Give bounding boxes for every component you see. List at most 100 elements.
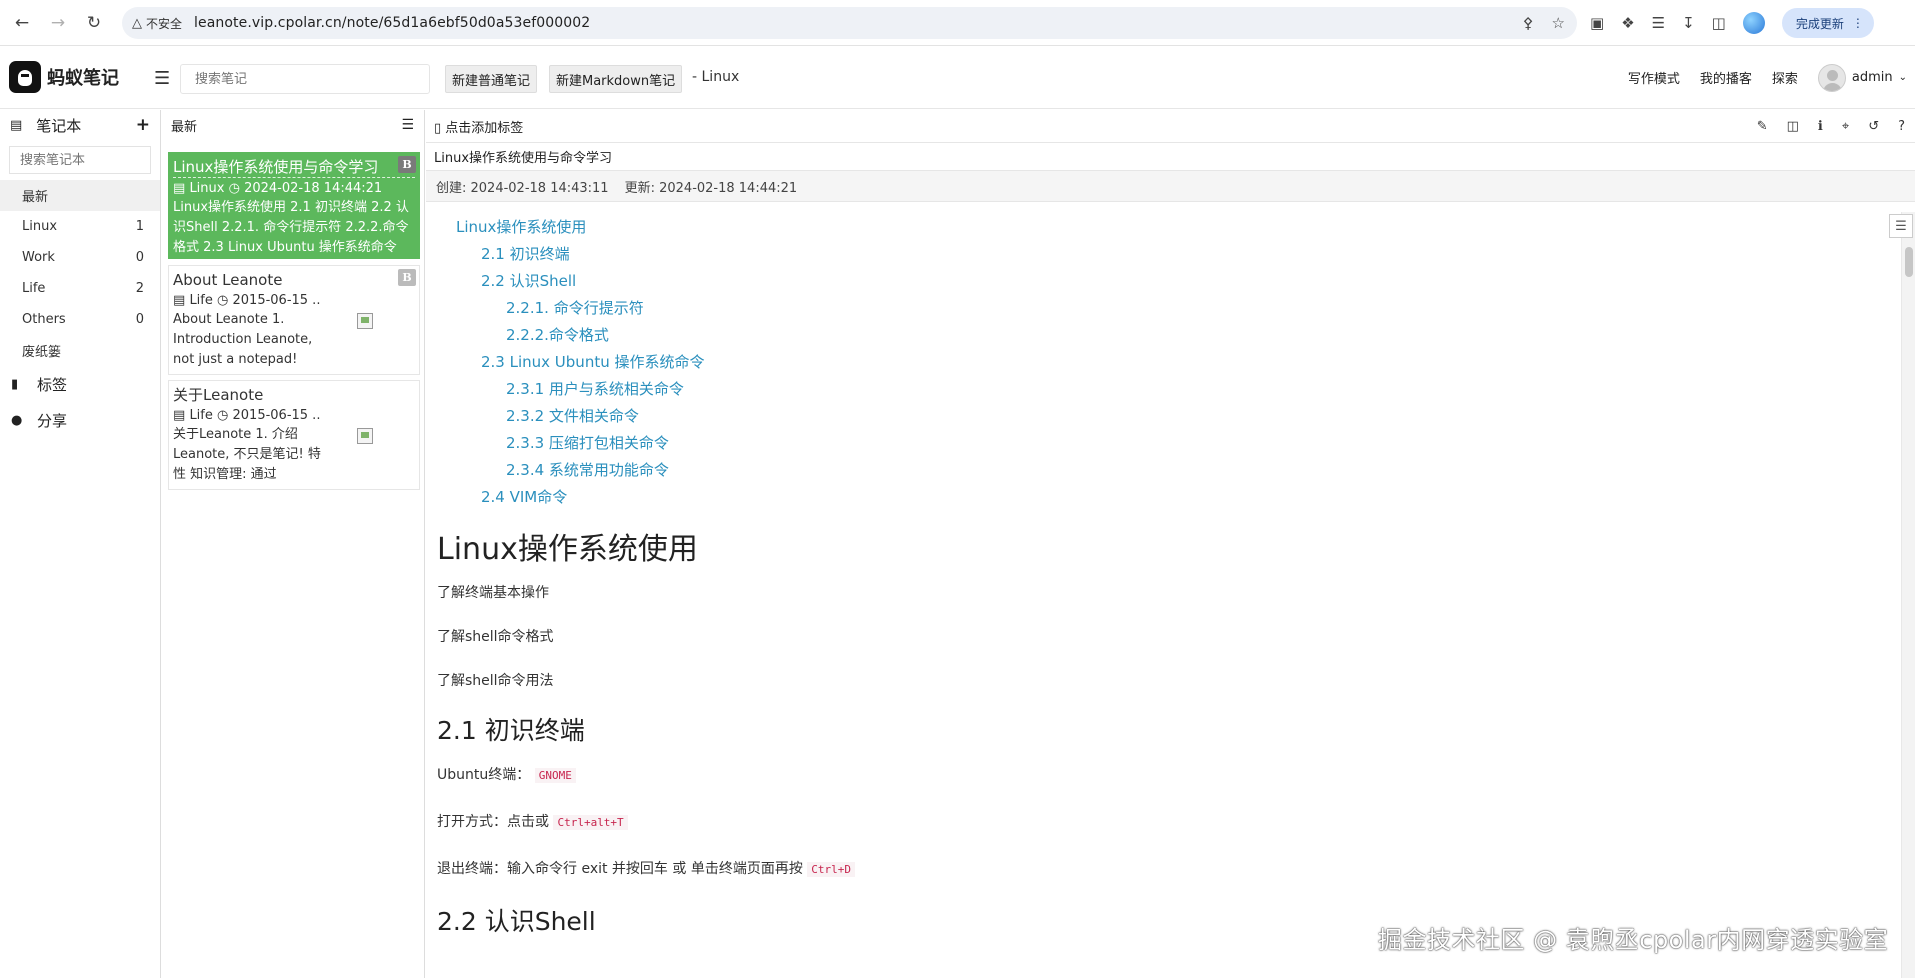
toc-link[interactable]: 2.2 认识Shell xyxy=(437,268,1901,295)
note-content[interactable]: Linux操作系统使用 2.1 初识终端 2.2 认识Shell 2.2.1. … xyxy=(426,212,1901,978)
sidebar-item-trash[interactable]: 废纸篓 xyxy=(0,335,160,366)
warning-icon: △ xyxy=(132,15,142,31)
scrollbar-thumb[interactable] xyxy=(1905,247,1913,277)
new-note-button[interactable]: 新建普通笔记 xyxy=(445,65,538,93)
history-icon[interactable]: ↺ xyxy=(1868,119,1879,134)
username: admin xyxy=(1851,70,1893,85)
toc-link[interactable]: Linux操作系统使用 xyxy=(437,214,1901,241)
edit-icon[interactable]: ✎ xyxy=(1757,119,1768,134)
notebook-search-input[interactable] xyxy=(9,146,151,174)
key-icon[interactable]: ⚴ xyxy=(1523,14,1534,32)
profile-icon[interactable] xyxy=(1742,12,1765,34)
writing-mode-link[interactable]: 写作模式 xyxy=(1628,68,1680,87)
note-item-selected[interactable]: Linux操作系统使用与命令学习 ▤ Linux ◷ 2024-02-18 14… xyxy=(168,152,420,259)
toc-link[interactable]: 2.3.1 用户与系统相关命令 xyxy=(437,376,1901,403)
address-bar[interactable]: △ 不安全 leanote.vip.cpolar.cn/note/65d1a6e… xyxy=(122,7,1577,39)
toc-link[interactable]: 2.2.2.命令格式 xyxy=(437,322,1901,349)
note-list: 最新 ☰ Linux操作系统使用与命令学习 ▤ Linux ◷ 2024-02-… xyxy=(162,110,425,978)
paragraph: 打开方式：点击或 Ctrl+alt+T xyxy=(437,812,1901,833)
app-logo[interactable]: 蚂蚁笔记 xyxy=(9,61,119,93)
note-item[interactable]: 关于Leanote ▤ Life ◷ 2015-06-15 .. 关于Leano… xyxy=(168,380,420,490)
toc-toggle-icon[interactable]: ☰ xyxy=(1889,214,1913,238)
more-icon: ⋮ xyxy=(1851,16,1864,30)
note-title: 关于Leanote xyxy=(173,386,264,404)
updated-date: 更新: 2024-02-18 14:44:21 xyxy=(624,180,798,196)
update-button[interactable]: 完成更新 ⋮ xyxy=(1781,8,1874,38)
sidebar-item-others[interactable]: Others 0 xyxy=(0,304,160,335)
security-indicator[interactable]: △ 不安全 xyxy=(132,15,194,32)
toc-link[interactable]: 2.3 Linux Ubuntu 操作系统命令 xyxy=(437,349,1901,376)
notebook-count: 2 xyxy=(135,281,144,296)
content-heading: 2.1 初识终端 xyxy=(437,716,585,745)
created-date: 创建: 2024-02-18 14:43:11 xyxy=(436,180,609,196)
puzzle-icon[interactable]: ❖ xyxy=(1621,14,1634,32)
toc-link[interactable]: 2.3.3 压缩打包相关命令 xyxy=(437,430,1901,457)
toc-link[interactable]: 2.1 初识终端 xyxy=(437,241,1901,268)
save-icon[interactable]: ◫ xyxy=(1787,119,1799,134)
star-icon[interactable]: ☆ xyxy=(1552,14,1565,32)
notebook-count: 0 xyxy=(135,250,144,265)
side-panel-icon[interactable]: ◫ xyxy=(1712,14,1726,32)
image-placeholder-icon xyxy=(357,428,373,444)
sidebar-item-linux[interactable]: Linux 1 xyxy=(0,211,160,242)
note-summary: 关于Leanote 1. 介绍 Leanote, 不只是笔记! 特性 知识管理:… xyxy=(173,427,321,482)
book-icon: ▤ xyxy=(173,293,186,308)
clock-icon: ◷ xyxy=(217,293,229,308)
bookmark-icon: ▯ xyxy=(434,120,442,136)
attachment-icon[interactable]: ⌖ xyxy=(1842,119,1849,134)
toc-link[interactable]: 2.3.4 系统常用功能命令 xyxy=(437,457,1901,484)
download-icon[interactable]: ↧ xyxy=(1682,14,1695,32)
forward-icon[interactable]: → xyxy=(44,9,72,37)
help-icon[interactable]: ? xyxy=(1898,119,1905,134)
reload-icon[interactable]: ↻ xyxy=(80,9,108,37)
book-icon: ▤ xyxy=(173,408,186,423)
note-summary: About Leanote 1. Introduction Leanote, n… xyxy=(173,312,313,367)
list-view-icon[interactable]: ☰ xyxy=(401,117,414,133)
media-control-icon[interactable]: ☰ xyxy=(1652,14,1665,32)
browser-toolbar: ← → ↻ △ 不安全 leanote.vip.cpolar.cn/note/6… xyxy=(0,0,1915,46)
book-icon: ▤ xyxy=(10,117,23,133)
blog-badge: B xyxy=(398,269,416,286)
search-input[interactable] xyxy=(180,64,430,94)
explore-link[interactable]: 探索 xyxy=(1772,68,1798,87)
tag-bar: ▯ 点击添加标签 ✎ ◫ ℹ ⌖ ↺ ? xyxy=(426,110,1915,142)
add-notebook-icon[interactable]: + xyxy=(136,115,150,135)
sidebar-item-latest[interactable]: 最新 xyxy=(0,180,160,211)
extension-store-icon[interactable]: ▣ xyxy=(1590,14,1604,32)
content-scrollbar[interactable] xyxy=(1901,212,1915,978)
notebook-header: ▤ 笔记本 + xyxy=(10,115,150,135)
paragraph: Ubuntu终端： GNOME xyxy=(437,765,1901,786)
note-list-header: 最新 ☰ xyxy=(171,117,414,135)
inline-code: Ctrl+alt+T xyxy=(553,815,628,830)
content-heading: Linux操作系统使用 xyxy=(437,532,698,567)
app-header: 蚂蚁笔记 ☰ 新建普通笔记 新建Markdown笔记 - Linux 写作模式 … xyxy=(0,46,1915,109)
my-blog-link[interactable]: 我的播客 xyxy=(1700,68,1752,87)
note-title-field[interactable]: Linux操作系统使用与命令学习 xyxy=(426,142,1915,170)
clock-icon: ◷ xyxy=(228,181,240,196)
sidebar-tags[interactable]: ▮ 标签 xyxy=(0,366,160,402)
sidebar-item-work[interactable]: Work 0 xyxy=(0,242,160,273)
paragraph: 了解shell命令用法 xyxy=(437,673,554,689)
chevron-down-icon: ⌄ xyxy=(1898,72,1907,83)
notebook-count: 0 xyxy=(135,312,144,327)
user-menu[interactable]: admin ⌄ xyxy=(1817,63,1907,92)
sidebar-share[interactable]: ● 分享 xyxy=(0,402,160,438)
toc-link[interactable]: 2.4 VIM命令 xyxy=(437,484,1901,511)
url-text[interactable]: leanote.vip.cpolar.cn/note/65d1a6ebf50d0… xyxy=(194,15,590,31)
book-icon: ▤ xyxy=(173,181,186,196)
note-item[interactable]: About Leanote ▤ Life ◷ 2015-06-15 .. Abo… xyxy=(168,265,420,375)
add-tag-button[interactable]: ▯ 点击添加标签 xyxy=(434,117,523,136)
back-icon[interactable]: ← xyxy=(8,9,36,37)
sidebar-toggle-icon[interactable]: ☰ xyxy=(154,68,170,89)
toc-link[interactable]: 2.3.2 文件相关命令 xyxy=(437,403,1901,430)
note-editor: ▯ 点击添加标签 ✎ ◫ ℹ ⌖ ↺ ? Linux操作系统使用与命令学习 创建… xyxy=(426,110,1915,978)
user-icon: ● xyxy=(11,412,23,428)
info-icon[interactable]: ℹ xyxy=(1818,119,1823,134)
toc-link[interactable]: 2.2.1. 命令行提示符 xyxy=(437,295,1901,322)
sidebar-item-life[interactable]: Life 2 xyxy=(0,273,160,304)
notebook-sidebar: ▤ 笔记本 + 最新 Linux 1 Work 0 Life 2 Others … xyxy=(0,110,161,978)
inline-code: Ctrl+D xyxy=(807,862,856,877)
note-title: Linux操作系统使用与命令学习 xyxy=(173,157,415,178)
new-markdown-button[interactable]: 新建Markdown笔记 xyxy=(549,65,683,93)
avatar xyxy=(1817,63,1846,92)
